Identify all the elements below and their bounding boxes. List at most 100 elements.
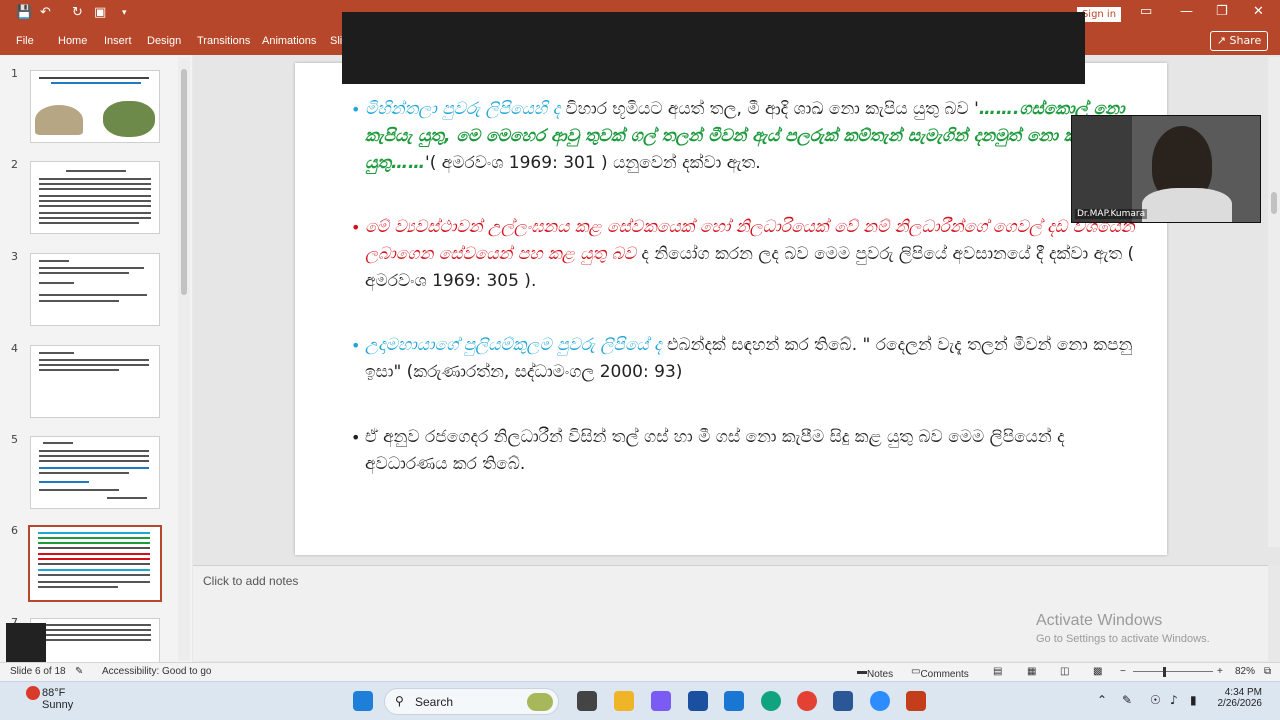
- bullet-2: • මේ ව්‍යවස්ථාවන් උල්ලංඝනය කළ සේවකයෙක් හ…: [351, 217, 1135, 291]
- slide-thumbnail-6[interactable]: [28, 525, 162, 602]
- zoom-level[interactable]: 82%: [1235, 666, 1255, 677]
- slide-6[interactable]: • මිහින්තලා පුවරු ලිපියෙහි ද විහාර භූමිය…: [295, 63, 1167, 555]
- zoom-slider-thumb[interactable]: [1163, 667, 1166, 677]
- pen-icon[interactable]: ✎: [1122, 693, 1132, 707]
- zoom-out-icon[interactable]: −: [1120, 666, 1126, 677]
- search-highlight-icon: [527, 693, 553, 711]
- taskbar: 88°F Sunny ⚲ Search ⌃ ✎ ☉ ♪ ▮ 4:34 PM 2/…: [0, 681, 1280, 720]
- store-icon[interactable]: [724, 691, 744, 711]
- zoom-slider[interactable]: [1133, 671, 1213, 672]
- tab-home[interactable]: Home: [58, 35, 87, 47]
- powerpoint-icon[interactable]: [906, 691, 926, 711]
- bookshelf-image: [1072, 116, 1132, 222]
- present-icon[interactable]: ▣: [94, 5, 106, 20]
- search-label: Search: [415, 695, 454, 709]
- tab-insert[interactable]: Insert: [104, 35, 132, 47]
- undo-icon[interactable]: ↶: [40, 5, 51, 20]
- thumb-number: 4: [11, 342, 18, 355]
- thumbnail-image: [35, 105, 83, 135]
- thumbnail-scrollbar[interactable]: [178, 57, 190, 661]
- bullet-4-text: ඒ අනුව රජගෙදර නිලධාරීන් විසින් තල් ගස් හ…: [365, 427, 1065, 474]
- redo-icon[interactable]: ↻: [72, 5, 83, 20]
- battery-icon[interactable]: ▮: [1190, 693, 1197, 707]
- chevron-up-icon[interactable]: ⌃: [1097, 693, 1107, 707]
- volume-icon[interactable]: ♪: [1170, 693, 1178, 707]
- activate-windows-watermark: Activate Windows Go to Settings to activ…: [1036, 612, 1210, 645]
- copilot-icon[interactable]: [651, 691, 671, 711]
- tab-file[interactable]: File: [16, 35, 34, 47]
- start-icon[interactable]: [353, 691, 373, 711]
- slideshow-view-icon[interactable]: ▩: [1093, 666, 1102, 677]
- slide-thumbnail-pane: 1 2 3 4 5 6: [0, 55, 192, 662]
- bullet-3: • උදාමහායාගේ පුලියම්කුලම පුවරු ලිපියේ ද …: [351, 335, 1133, 382]
- thumbnail-overlay: [6, 623, 46, 662]
- slide-scrollbar[interactable]: [1268, 57, 1280, 547]
- share-label: Share: [1229, 34, 1262, 47]
- thumbnail-image: [103, 101, 155, 137]
- slide-sorter-icon[interactable]: ▦: [1027, 666, 1036, 677]
- thumb-number: 5: [11, 433, 18, 446]
- close-icon[interactable]: ✕: [1253, 4, 1264, 19]
- bullet-1-cyan: මිහින්තලා පුවරු ලිපියෙහි ද: [365, 99, 561, 119]
- maximize-icon[interactable]: ❐: [1216, 4, 1228, 19]
- save-icon[interactable]: 💾: [16, 5, 32, 20]
- thumb-number: 2: [11, 158, 18, 171]
- search-icon: ⚲: [395, 694, 404, 708]
- zoom-icon[interactable]: [870, 691, 890, 711]
- thumb-number: 6: [11, 524, 18, 537]
- weather-temp: 88°F: [42, 687, 66, 699]
- defender-icon[interactable]: [688, 691, 708, 711]
- bullet-1-citation: '( අමරවංශ 1969: 301 ) යනුවෙන් දක්වා ඇත.: [425, 153, 761, 173]
- minimize-icon[interactable]: —: [1180, 4, 1193, 19]
- clock[interactable]: 4:34 PM 2/26/2026: [1210, 687, 1263, 709]
- accessibility-status[interactable]: Accessibility: Good to go: [102, 666, 212, 677]
- task-view-icon[interactable]: [577, 691, 597, 711]
- status-bar: Slide 6 of 18 ✎ Accessibility: Good to g…: [0, 662, 1280, 681]
- slide-thumbnail-3[interactable]: [30, 253, 160, 326]
- tab-slideshow[interactable]: Sli: [330, 35, 342, 47]
- bullet-4: • ඒ අනුව රජගෙදර නිලධාරීන් විසින් තල් ගස්…: [351, 427, 1065, 474]
- slide-thumbnail-4[interactable]: [30, 345, 160, 418]
- video-tile[interactable]: Dr.MAP.Kumara: [1071, 115, 1261, 223]
- thumb-number: 3: [11, 250, 18, 263]
- tab-design[interactable]: Design: [147, 35, 181, 47]
- fit-to-window-icon[interactable]: ⧉: [1264, 666, 1271, 677]
- normal-view-icon[interactable]: ▤: [993, 666, 1002, 677]
- share-button[interactable]: ↗ Share: [1210, 31, 1268, 51]
- tab-animations[interactable]: Animations: [262, 35, 316, 47]
- word-icon[interactable]: [833, 691, 853, 711]
- slide-thumbnail-1[interactable]: [30, 70, 160, 143]
- comments-label: Comments: [920, 669, 969, 680]
- ribbon-display-icon[interactable]: ▭: [1140, 4, 1152, 19]
- notes-button[interactable]: ▬ Notes: [857, 666, 893, 680]
- chrome-icon[interactable]: [797, 691, 817, 711]
- activate-title: Activate Windows: [1036, 612, 1163, 629]
- file-explorer-icon[interactable]: [614, 691, 634, 711]
- slide-thumbnail-5[interactable]: [30, 436, 160, 509]
- clock-date: 2/26/2026: [1217, 698, 1263, 709]
- wifi-icon[interactable]: ☉: [1150, 693, 1161, 707]
- activate-subtitle: Go to Settings to activate Windows.: [1036, 633, 1210, 645]
- tab-transitions[interactable]: Transitions: [197, 35, 250, 47]
- comments-button[interactable]: ▭ Comments: [911, 666, 969, 680]
- spell-check-icon[interactable]: ✎: [75, 666, 83, 677]
- slide-thumbnail-7[interactable]: [30, 618, 160, 662]
- customize-icon[interactable]: ▾: [122, 8, 127, 18]
- bullet-1-text: විහාර භූමියට අයත් තල, මී ආදි ශාඛ නො කැපි…: [560, 99, 979, 119]
- slide-counter: Slide 6 of 18: [10, 666, 66, 677]
- notes-placeholder[interactable]: Click to add notes: [203, 574, 298, 588]
- weather-condition: Sunny: [42, 699, 74, 711]
- slide-thumbnail-2[interactable]: [30, 161, 160, 234]
- zoom-in-icon[interactable]: +: [1217, 666, 1223, 677]
- search-box[interactable]: ⚲ Search: [384, 688, 559, 715]
- edge-icon[interactable]: [761, 691, 781, 711]
- participant-name: Dr.MAP.Kumara: [1075, 209, 1148, 219]
- clock-time: 4:34 PM: [1224, 687, 1262, 698]
- overlay-bar: [342, 12, 1085, 84]
- notes-label: Notes: [867, 669, 894, 680]
- thumb-number: 1: [11, 67, 18, 80]
- shirt-image: [1142, 188, 1232, 222]
- bullet-1: • මිහින්තලා පුවරු ලිපියෙහි ද විහාර භූමිය…: [351, 99, 1125, 173]
- weather-widget[interactable]: 88°F Sunny: [24, 687, 73, 711]
- reading-view-icon[interactable]: ◫: [1060, 666, 1069, 677]
